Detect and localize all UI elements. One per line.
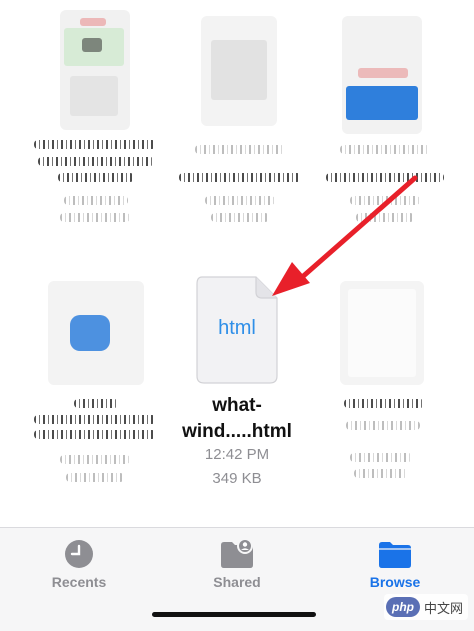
- folder-icon: [379, 542, 411, 568]
- tab-shared-label: Shared: [213, 574, 261, 590]
- file-item-1[interactable]: [30, 10, 160, 235]
- file-item-6[interactable]: [320, 275, 450, 495]
- shared-folder-icon: [221, 538, 253, 568]
- file-size: 349 KB: [212, 470, 262, 487]
- file-item-4[interactable]: [30, 275, 160, 495]
- tab-browse-label: Browse: [369, 574, 421, 590]
- file-thumbnail: [340, 281, 424, 385]
- file-item-2[interactable]: [175, 10, 305, 235]
- tab-recents-label: Recents: [51, 574, 107, 590]
- clock-icon: [65, 540, 93, 568]
- file-time: 12:42 PM: [204, 446, 270, 463]
- file-name-line-1: what-: [212, 395, 262, 416]
- watermark-logo: php: [386, 597, 420, 617]
- watermark: php 中文网: [384, 594, 468, 620]
- file-thumbnail: [201, 16, 277, 126]
- file-thumbnail: [48, 281, 144, 385]
- file-thumbnail: [342, 16, 422, 134]
- file-item-3[interactable]: [320, 10, 450, 235]
- file-type-label: html: [218, 317, 256, 339]
- home-indicator[interactable]: [152, 612, 316, 617]
- tab-shared[interactable]: Shared: [158, 528, 316, 608]
- tab-recents[interactable]: Recents: [0, 528, 158, 608]
- watermark-text: 中文网: [424, 601, 464, 616]
- file-thumbnail: [60, 10, 130, 130]
- file-name-line-2: wind.....html: [182, 421, 292, 442]
